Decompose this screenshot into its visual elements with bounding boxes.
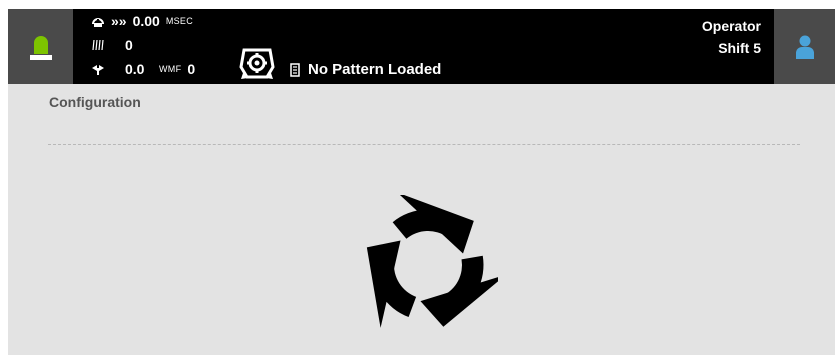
section-divider bbox=[48, 144, 800, 145]
speed-value: 0.00 bbox=[132, 13, 160, 29]
speed-readout: »» 0.00 MSEC bbox=[91, 13, 193, 29]
machine-settings-button[interactable] bbox=[238, 47, 276, 86]
speed-gauge-icon bbox=[92, 18, 104, 27]
pieces-icon bbox=[92, 39, 104, 51]
pattern-label: No Pattern Loaded bbox=[308, 61, 442, 78]
speed-unit: MSEC bbox=[165, 16, 194, 26]
pattern-status[interactable]: No Pattern Loaded bbox=[290, 61, 441, 78]
pieces-readout: 0 bbox=[91, 37, 145, 53]
feed-readout: 0.0 WMF 0 bbox=[91, 61, 195, 77]
machine-settings-icon bbox=[239, 48, 275, 79]
refresh-spinner-icon bbox=[366, 192, 507, 328]
status-light-button[interactable] bbox=[8, 9, 73, 84]
operator-shift: Shift 5 bbox=[718, 40, 761, 56]
pieces-value: 0 bbox=[125, 37, 133, 53]
pattern-file-icon bbox=[290, 62, 300, 77]
feed-icon bbox=[92, 65, 104, 75]
status-light-icon bbox=[29, 35, 52, 60]
speed-arrows: »» bbox=[111, 13, 127, 29]
user-button[interactable] bbox=[774, 9, 835, 84]
feed-unit-value: 0 bbox=[187, 61, 196, 77]
top-status-bar: »» 0.00 MSEC 0 0.0 WMF 0 No Pattern Load… bbox=[8, 9, 835, 84]
operator-role: Operator bbox=[701, 18, 761, 34]
section-title: Configuration bbox=[49, 94, 141, 110]
app-frame: »» 0.00 MSEC 0 0.0 WMF 0 No Pattern Load… bbox=[8, 9, 835, 355]
operator-info: Operator Shift 5 bbox=[702, 15, 761, 59]
user-icon bbox=[795, 35, 814, 59]
feed-value: 0.0 bbox=[125, 61, 145, 77]
loading-spinner bbox=[358, 192, 507, 340]
feed-unit: WMF bbox=[159, 64, 182, 74]
